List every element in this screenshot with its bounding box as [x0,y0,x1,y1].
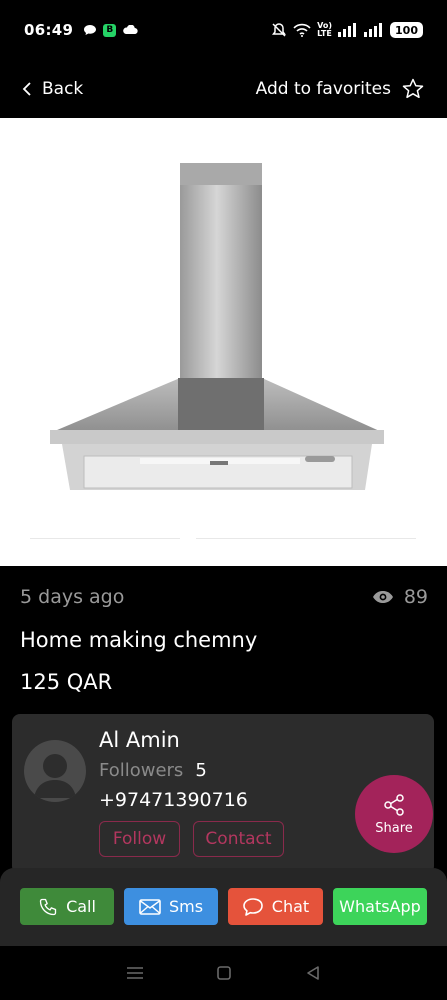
status-bar: 06:49 B Vo) LTE 100 [0,0,447,60]
listing-meta: 5 days ago 89 [20,586,428,608]
seller-phone: +97471390716 [99,789,248,811]
contact-button[interactable]: Contact [193,821,284,857]
listing-title: Home making chemny [20,628,258,652]
sms-button[interactable]: Sms [124,888,218,925]
add-to-favorites-button[interactable]: Add to favorites [256,77,425,101]
envelope-icon [139,898,161,915]
star-icon [402,78,424,99]
views-value: 89 [403,586,428,608]
home-icon[interactable] [216,965,232,981]
chat-label: Chat [271,897,310,916]
favorites-label: Add to favorites [255,79,391,99]
system-navigation-bar [0,946,447,1000]
avatar[interactable] [24,740,86,802]
whatsapp-label: WhatsApp [339,897,421,916]
range-hood-image [50,163,384,490]
chevron-left-icon [22,82,31,96]
followers-count: 5 [195,760,207,781]
chat-icon [242,897,263,916]
eye-icon [372,591,393,603]
followers-label: Followers [99,760,184,781]
listing-price: 125 QAR [20,670,113,694]
mute-bell-icon [272,23,287,37]
followers-row: Followers 5 [99,760,207,781]
share-label: Share [375,820,413,836]
product-image[interactable] [0,118,447,566]
back-triangle-icon[interactable] [305,965,321,981]
battery-indicator: 100 [390,22,423,38]
wifi-icon [293,23,311,37]
seller-name[interactable]: Al Amin [99,728,180,752]
volte-indicator: Vo) LTE [317,21,333,38]
contact-action-bar: Call Sms Chat WhatsApp [0,868,447,946]
phone-icon [39,898,57,915]
follow-button[interactable]: Follow [99,821,180,857]
call-label: Call [66,897,96,916]
share-icon [384,793,404,816]
back-label: Back [42,79,84,99]
chat-bubble-icon [84,25,97,35]
share-button[interactable]: Share [355,775,433,853]
image-divider [30,538,180,539]
image-divider [196,538,416,539]
user-placeholder-icon [34,754,76,798]
signal-icon [338,23,357,37]
menu-icon[interactable] [126,966,144,980]
sms-label: Sms [168,897,204,916]
signal-icon-2 [364,23,383,37]
posted-time: 5 days ago [20,586,125,608]
call-button[interactable]: Call [20,888,114,925]
back-button[interactable]: Back [22,79,83,99]
cloud-icon [123,25,138,35]
chat-button[interactable]: Chat [228,888,323,925]
top-app-bar: Back Add to favorites [0,60,447,118]
status-time: 06:49 [24,21,74,39]
views-count: 89 [372,586,428,608]
app-notification-icon: B [103,23,117,37]
whatsapp-button[interactable]: WhatsApp [333,888,427,925]
